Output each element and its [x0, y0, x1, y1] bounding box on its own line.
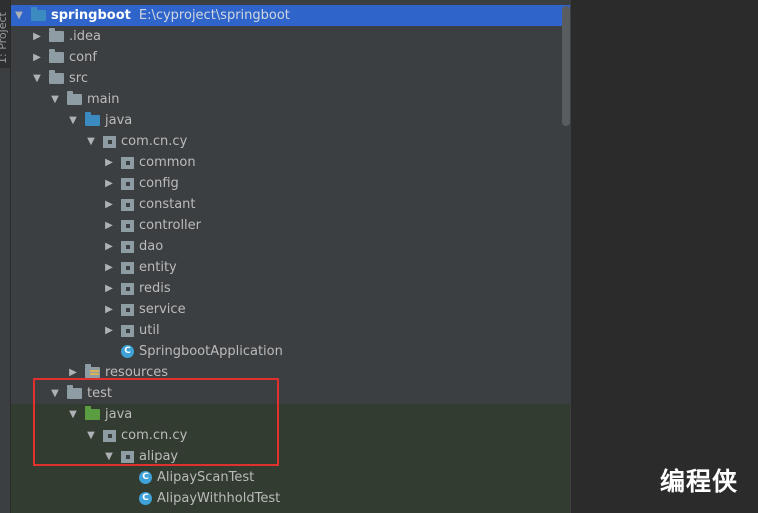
package-icon [121, 219, 134, 232]
expand-arrow-icon[interactable]: ▼ [31, 73, 43, 84]
tree-item-label: service [139, 302, 186, 317]
watermark-text: 编程侠 [660, 467, 739, 496]
tree-item[interactable]: ▼ springboot E:\cyproject\springboot [11, 5, 570, 26]
tree-item[interactable]: ▶ service [11, 299, 570, 320]
tree-item-label: entity [139, 260, 177, 275]
tree-item-label: com.cn.cy [121, 134, 188, 149]
tree-item-path: E:\cyproject\springboot [138, 8, 290, 23]
tree-item[interactable]: ▶ .idea [11, 26, 570, 47]
tree-item-label: springboot [51, 8, 131, 23]
tree-item[interactable]: ▶CSpringbootApplication [11, 341, 570, 362]
annotation-highlight-box [33, 378, 279, 466]
package-icon [121, 261, 134, 274]
tree-item-label: src [69, 71, 88, 86]
collapse-arrow-icon[interactable]: ▶ [31, 52, 43, 63]
tree-item[interactable]: ▶ entity [11, 257, 570, 278]
tree-item[interactable]: ▼ src [11, 68, 570, 89]
tree-item[interactable]: ▶ redis [11, 278, 570, 299]
tree-item-label: constant [139, 197, 196, 212]
expand-arrow-icon[interactable]: ▼ [13, 10, 25, 21]
collapse-arrow-icon[interactable]: ▶ [103, 220, 115, 231]
collapse-arrow-icon[interactable]: ▶ [103, 241, 115, 252]
test-class-icon: C [139, 492, 152, 505]
tree-item[interactable]: ▶CAlipayWithholdTest [11, 488, 570, 509]
tree-item-label: AlipayWithholdTest [157, 491, 281, 506]
folder-icon [49, 49, 64, 63]
expand-arrow-icon[interactable]: ▼ [49, 94, 61, 105]
package-icon [121, 282, 134, 295]
tree-item-label: util [139, 323, 160, 338]
tree-item[interactable]: ▶ conf [11, 47, 570, 68]
collapse-arrow-icon[interactable]: ▶ [103, 157, 115, 168]
package-icon [121, 198, 134, 211]
tree-item-label: config [139, 176, 179, 191]
tree-item-label: dao [139, 239, 164, 254]
tree-scrollbar[interactable] [562, 6, 570, 126]
tree-item[interactable]: ▶ util [11, 320, 570, 341]
tree-item[interactable]: ▶CAlipayScanTest [11, 467, 570, 488]
tree-item[interactable]: ▶ common [11, 152, 570, 173]
collapse-arrow-icon[interactable]: ▶ [103, 283, 115, 294]
package-icon [121, 303, 134, 316]
tree-item[interactable]: ▼ java [11, 110, 570, 131]
collapse-arrow-icon[interactable]: ▶ [103, 199, 115, 210]
tree-item-label: main [87, 92, 120, 107]
folder-icon [49, 28, 64, 42]
test-class-icon: C [139, 471, 152, 484]
tree-item[interactable]: ▶ controller [11, 215, 570, 236]
package-icon [121, 240, 134, 253]
collapse-arrow-icon[interactable]: ▶ [103, 304, 115, 315]
expand-arrow-icon[interactable]: ▼ [85, 136, 97, 147]
project-tool-tab[interactable]: 1: Project [0, 0, 10, 68]
package-icon [103, 135, 116, 148]
module-folder-icon [31, 7, 46, 21]
expand-arrow-icon[interactable]: ▼ [67, 115, 79, 126]
tree-item-label: common [139, 155, 196, 170]
folder-icon [67, 91, 82, 105]
tree-item[interactable]: ▼ main [11, 89, 570, 110]
tree-item-label: redis [139, 281, 171, 296]
package-icon [121, 324, 134, 337]
tree-item[interactable]: ▼ com.cn.cy [11, 131, 570, 152]
tree-item-label: controller [139, 218, 202, 233]
package-icon [121, 156, 134, 169]
editor-area [571, 0, 758, 513]
tool-window-strip: 1: Project [0, 0, 11, 513]
tree-item[interactable]: ▶ dao [11, 236, 570, 257]
collapse-arrow-icon[interactable]: ▶ [103, 262, 115, 273]
tree-item[interactable]: ▶ config [11, 173, 570, 194]
tree-item-label: SpringbootApplication [139, 344, 283, 359]
spring-class-icon: C [121, 345, 134, 358]
tree-item[interactable]: ▶ constant [11, 194, 570, 215]
tree-item-label: .idea [69, 29, 101, 44]
folder-icon [49, 70, 64, 84]
resources-folder-icon [85, 364, 100, 378]
package-icon [121, 177, 134, 190]
collapse-arrow-icon[interactable]: ▶ [31, 31, 43, 42]
tree-item-label: AlipayScanTest [157, 470, 255, 485]
tree-item-label: conf [69, 50, 97, 65]
collapse-arrow-icon[interactable]: ▶ [103, 178, 115, 189]
collapse-arrow-icon[interactable]: ▶ [103, 325, 115, 336]
source-folder-icon [85, 112, 100, 126]
collapse-arrow-icon[interactable]: ▶ [67, 367, 79, 378]
tree-item-label: java [105, 113, 133, 128]
